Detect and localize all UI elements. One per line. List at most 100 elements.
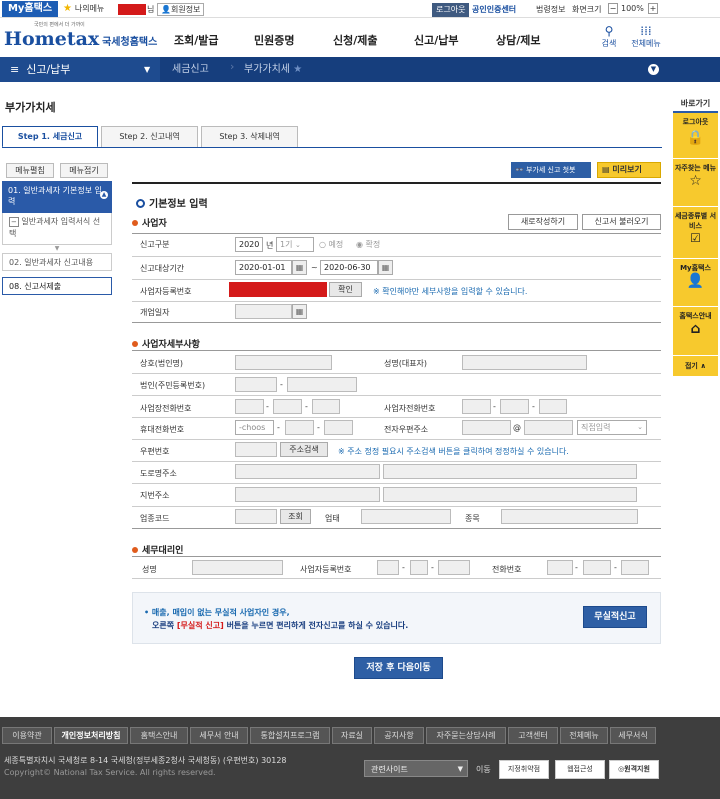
home-phone-2[interactable]	[500, 399, 529, 414]
cert-center-link[interactable]: 공인인증센터	[472, 4, 516, 15]
favorite-star-icon[interactable]: ★	[293, 64, 302, 75]
biz-phone-3[interactable]	[312, 399, 340, 414]
nav-inquiry[interactable]: 조회/발급	[174, 32, 219, 48]
business-type-input[interactable]	[361, 509, 451, 524]
footer-tax-forms[interactable]: 세무서식	[610, 727, 656, 744]
mytax-button[interactable]: My홈택스	[2, 1, 58, 17]
quick-guide[interactable]: 홈택스안내 ⌂	[673, 307, 718, 355]
search-button[interactable]: ⚲ 검색	[598, 24, 620, 49]
rep-name-input[interactable]	[462, 355, 587, 370]
nav-application[interactable]: 신청/제출	[333, 32, 378, 48]
zoom-out-button[interactable]: −	[608, 3, 618, 14]
tab-step3[interactable]: Step 3. 삭제내역	[201, 126, 298, 148]
hometax-logo[interactable]: 국민의 편에서 더 가까이 Hometax 국세청홈택스	[4, 21, 157, 50]
open-date-input[interactable]	[235, 304, 292, 319]
zoom-in-button[interactable]: +	[648, 3, 658, 14]
breadcrumb-level2[interactable]: 세금신고	[160, 57, 232, 82]
save-next-button[interactable]: 저장 후 다음이동	[354, 657, 443, 679]
confirm-button[interactable]: 확인	[329, 282, 362, 297]
side-item-form-select[interactable]: − 일반과세자 입력서식 선택	[2, 213, 112, 245]
all-menu-button[interactable]: ⁞⁞⁞ 전체메뉴	[628, 24, 664, 49]
side-item-report-content[interactable]: 02. 일반과세자 신고내용	[2, 253, 112, 271]
breadcrumb-level3[interactable]: 부가가치세 ★	[232, 57, 312, 82]
lot-address-input-1[interactable]	[235, 487, 380, 502]
footer-notice[interactable]: 공지사항	[374, 727, 424, 744]
calendar-icon[interactable]: ▦	[292, 304, 307, 319]
quick-logout[interactable]: 로그아웃 🔒	[673, 111, 718, 158]
logout-button[interactable]: 로그아웃	[432, 3, 470, 17]
calendar-icon[interactable]: ▦	[292, 260, 307, 275]
side-item-basic-info[interactable]: 01. 일반과세자 기본정보 입력 ▲	[2, 181, 112, 213]
mobile-3[interactable]	[324, 420, 353, 435]
item-input[interactable]	[501, 509, 638, 524]
footer-terms[interactable]: 이용약관	[2, 727, 52, 744]
tab-step2[interactable]: Step 2. 신고내역	[101, 126, 198, 148]
footer-install[interactable]: 통합설치프로그램	[250, 727, 330, 744]
biz-phone-2[interactable]	[273, 399, 302, 414]
agent-bizno-1[interactable]	[377, 560, 399, 575]
email-id-input[interactable]	[462, 420, 511, 435]
road-address-input-2[interactable]	[383, 464, 637, 479]
lookup-button[interactable]: 조회	[280, 509, 311, 524]
quick-mytax[interactable]: My홈택스 👤	[673, 259, 718, 306]
home-phone-1[interactable]	[462, 399, 491, 414]
footer-customer-center[interactable]: 고객센터	[508, 727, 558, 744]
corp-no-input-1[interactable]	[235, 377, 277, 392]
footer-faq[interactable]: 자주묻는상담사례	[426, 727, 506, 744]
remote-support-button[interactable]: ◎원격지원	[609, 760, 659, 779]
chevron-down-icon[interactable]: ▼	[648, 64, 659, 75]
agent-bizno-3[interactable]	[438, 560, 470, 575]
agent-phone-2[interactable]	[583, 560, 611, 575]
agent-bizno-2[interactable]	[410, 560, 428, 575]
mobile-2[interactable]	[285, 420, 314, 435]
quick-tax-service[interactable]: 세금종류별 서비스 ☑	[673, 207, 718, 258]
agent-phone-1[interactable]	[547, 560, 573, 575]
corp-no-input-2[interactable]	[287, 377, 357, 392]
menu-collapse-button[interactable]: 메뉴접기	[60, 163, 108, 178]
badge-accessibility[interactable]: 웹접근성	[555, 760, 605, 779]
year-input[interactable]: 2020	[235, 237, 263, 252]
calendar-icon[interactable]: ▦	[378, 260, 393, 275]
email-domain-input[interactable]	[524, 420, 573, 435]
nav-certificate[interactable]: 민원증명	[254, 32, 294, 48]
menu-expand-button[interactable]: 메뉴펼침	[6, 163, 54, 178]
biz-phone-1[interactable]	[235, 399, 264, 414]
footer-privacy[interactable]: 개인정보처리방침	[54, 727, 128, 744]
related-site-select[interactable]: 관련사이트 ▼	[364, 760, 468, 777]
footer-library[interactable]: 자료실	[332, 727, 372, 744]
zip-input[interactable]	[235, 442, 277, 457]
company-name-input[interactable]	[235, 355, 332, 370]
preliminary-radio[interactable]: ○ 예정	[319, 239, 343, 250]
load-report-button[interactable]: 신고서 불러오기	[582, 214, 661, 230]
agent-phone-3[interactable]	[621, 560, 649, 575]
no-result-report-button[interactable]: 무실적신고	[583, 606, 647, 628]
breadcrumb-level1[interactable]: ≡ 신고/납부 ▼	[0, 57, 160, 82]
nav-filing[interactable]: 신고/납부	[414, 32, 459, 48]
road-address-input-1[interactable]	[235, 464, 380, 479]
preview-button[interactable]: ▤ 미리보기	[597, 162, 661, 178]
home-phone-3[interactable]	[539, 399, 567, 414]
nav-consult[interactable]: 상담/제보	[496, 32, 541, 48]
lot-address-input-2[interactable]	[383, 487, 637, 502]
footer-office-guide[interactable]: 세무서 안내	[190, 727, 248, 744]
final-radio[interactable]: ◉ 확정	[356, 239, 380, 250]
quick-faq-menu[interactable]: 자주찾는 메뉴 ☆	[673, 159, 718, 206]
agent-name-input[interactable]	[192, 560, 283, 575]
vat-guide-button[interactable]: 👓 부가세 신고 첫봇	[511, 162, 591, 178]
period-select[interactable]: 1기 ⌄	[276, 237, 314, 252]
industry-code-input[interactable]	[235, 509, 277, 524]
law-info-link[interactable]: 법령정보	[536, 4, 565, 15]
quick-fold[interactable]: 접기 ∧	[673, 356, 718, 376]
side-item-submit[interactable]: 08. 신고서제출	[2, 277, 112, 295]
my-menu-link[interactable]: ★ 나의메뉴	[63, 3, 104, 14]
tab-step1[interactable]: Step 1. 세금신고	[2, 126, 98, 148]
footer-all-menu[interactable]: 전체메뉴	[560, 727, 608, 744]
address-search-button[interactable]: 주소검색	[280, 442, 328, 457]
go-button[interactable]: 이동	[476, 764, 491, 775]
mobile-prefix-select[interactable]: -choos	[235, 420, 274, 435]
footer-hometax-guide[interactable]: 홈택스안내	[130, 727, 188, 744]
member-info-button[interactable]: 👤회원정보	[157, 3, 205, 16]
email-domain-select[interactable]: 직접입력 ⌄	[577, 420, 647, 435]
date-from-input[interactable]: 2020-01-01	[235, 260, 292, 275]
date-to-input[interactable]: 2020-06-30	[320, 260, 378, 275]
